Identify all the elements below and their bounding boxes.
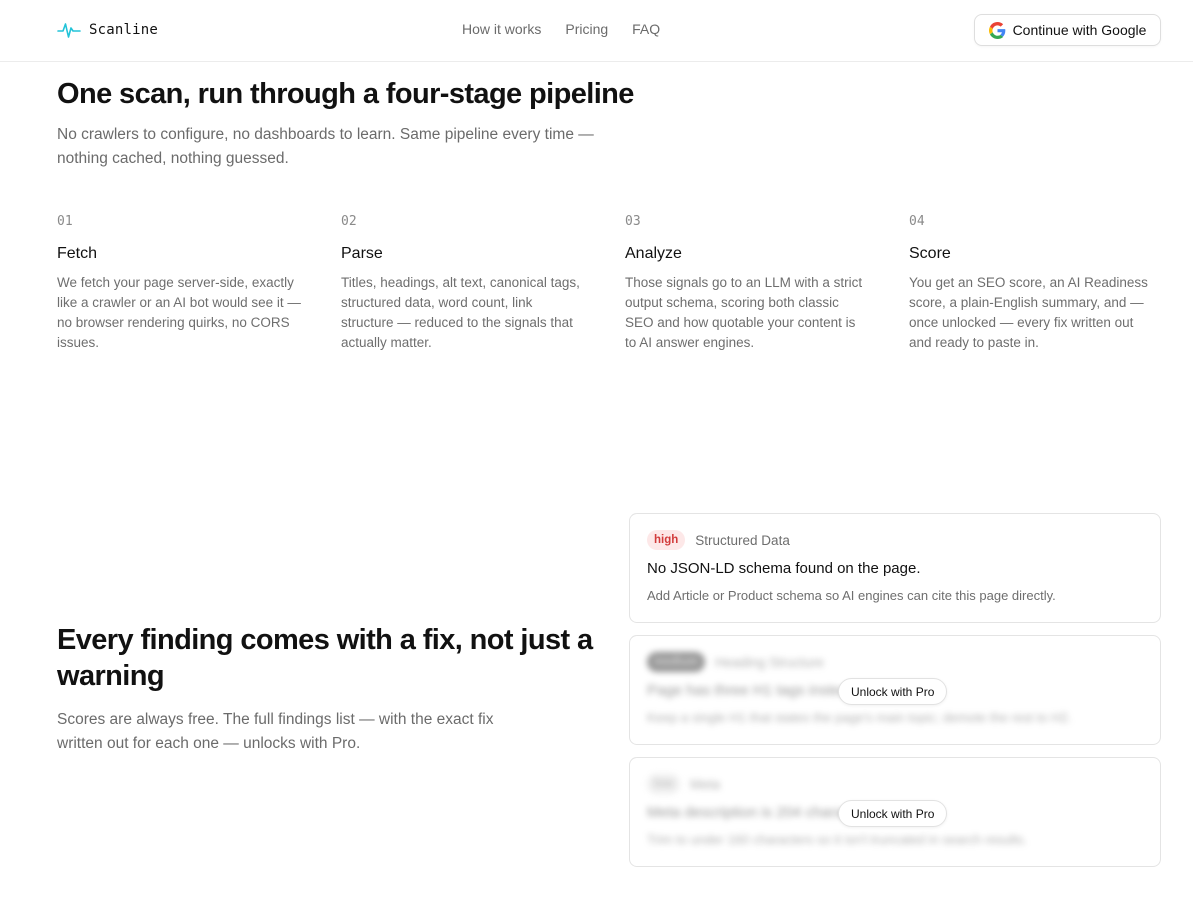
- pipeline-step-analyze: 03 Analyze Those signals go to an LLM wi…: [625, 214, 870, 353]
- finding-card-locked: low Meta Meta description is 204 charact…: [629, 757, 1161, 867]
- step-number: 01: [57, 214, 73, 229]
- pipeline-step-score: 04 Score You get an SEO score, an AI Rea…: [909, 214, 1154, 353]
- unlock-with-pro-button[interactable]: Unlock with Pro: [838, 678, 948, 705]
- severity-badge: high: [647, 530, 686, 550]
- nav-pricing[interactable]: Pricing: [565, 21, 608, 37]
- findings-subtitle: Scores are always free. The full finding…: [57, 711, 494, 752]
- findings-heading: Every finding comes with a fix, not just…: [57, 624, 593, 692]
- step-description: You get an SEO score, an AI Readiness sc…: [909, 275, 1148, 350]
- finding-category: Heading Structure: [715, 654, 824, 670]
- finding-fix: Trim to under 160 characters so it isn't…: [647, 832, 1027, 847]
- pipeline-subtitle: No crawlers to configure, no dashboards …: [57, 126, 594, 167]
- step-number: 02: [341, 214, 357, 229]
- main-nav: How it works Pricing FAQ: [462, 21, 660, 37]
- step-description: We fetch your page server-side, exactly …: [57, 275, 301, 350]
- finding-fix: Add Article or Product schema so AI engi…: [647, 588, 1056, 603]
- severity-badge: medium: [647, 652, 706, 672]
- unlock-with-pro-button[interactable]: Unlock with Pro: [838, 800, 948, 827]
- step-title: Parse: [341, 245, 383, 262]
- finding-title: No JSON-LD schema found on the page.: [647, 560, 921, 577]
- step-number: 03: [625, 214, 641, 229]
- continue-with-google-button[interactable]: Continue with Google: [974, 14, 1161, 46]
- finding-fix: Keep a single H1 that states the page's …: [647, 710, 1072, 725]
- finding-meta: medium Heading Structure: [647, 652, 824, 672]
- step-title: Analyze: [625, 245, 682, 262]
- finding-card-locked: medium Heading Structure Page has three …: [629, 635, 1161, 745]
- finding-category: Structured Data: [695, 532, 790, 548]
- pipeline-step-fetch: 01 Fetch We fetch your page server-side,…: [57, 214, 302, 353]
- pipeline-step-parse: 02 Parse Titles, headings, alt text, can…: [341, 214, 586, 353]
- pulse-icon: [57, 23, 81, 38]
- severity-badge: low: [647, 774, 681, 794]
- finding-category: Meta: [690, 776, 721, 792]
- finding-meta: low Meta: [647, 774, 720, 794]
- nav-faq[interactable]: FAQ: [632, 21, 660, 37]
- finding-card: high Structured Data No JSON-LD schema f…: [629, 513, 1161, 623]
- google-icon: [988, 21, 1005, 39]
- finding-meta: high Structured Data: [647, 530, 790, 550]
- top-navigation: Scanline How it works Pricing FAQ Contin…: [0, 0, 1193, 62]
- step-title: Score: [909, 245, 951, 262]
- step-description: Titles, headings, alt text, canonical ta…: [341, 275, 580, 350]
- step-number: 04: [909, 214, 925, 229]
- brand-name: Scanline: [89, 22, 159, 38]
- nav-how-it-works[interactable]: How it works: [462, 21, 541, 37]
- step-title: Fetch: [57, 245, 98, 262]
- step-description: Those signals go to an LLM with a strict…: [625, 275, 863, 350]
- google-button-label: Continue with Google: [1012, 22, 1147, 38]
- pipeline-heading: One scan, run through a four-stage pipel…: [57, 78, 634, 110]
- brand-logo[interactable]: Scanline: [57, 19, 158, 41]
